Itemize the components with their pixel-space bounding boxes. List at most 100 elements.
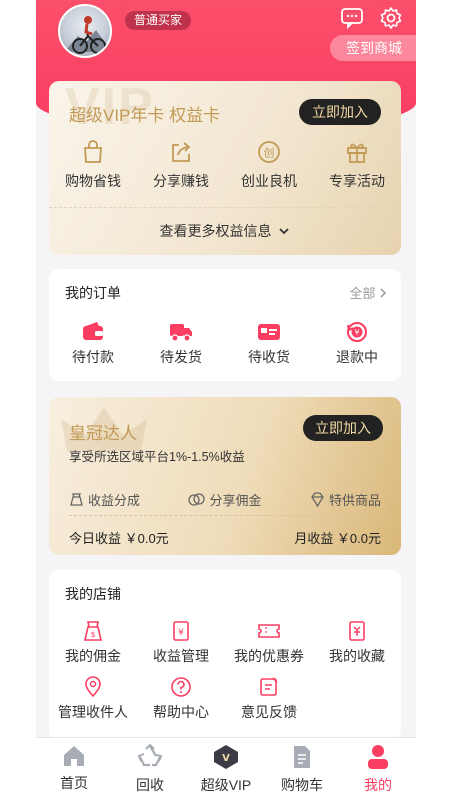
vip-card: VIP 超级VIP年卡 权益卡 立即加入 购物省钱 分享赚钱 创 创业良机 专享… [49,81,401,255]
perk-label: 特供商品 [328,493,381,508]
refund-icon: ¥ [347,322,367,342]
gift-icon [347,143,367,163]
benefit-startup[interactable]: 创 创业良机 [225,139,313,191]
perk-revenue-share: 收益分成 [69,490,140,509]
svg-text:$: $ [90,630,95,639]
chevron-down-icon [279,228,290,235]
receive-icon [258,324,280,340]
orders-all-label: 全部 [349,286,376,301]
income-icon: ¥ [173,621,189,641]
shop-item-label: 帮助中心 [153,704,209,720]
svg-text:¥: ¥ [178,628,184,638]
shop-item-label: 管理收件人 [58,704,128,720]
order-pending-shipment[interactable]: 待发货 [137,321,225,367]
tab-label: 我的 [364,777,392,793]
shop-my-favorites[interactable]: 我的收藏 [313,620,401,666]
diamond-icon [311,492,324,507]
shop-title: 我的店铺 [65,586,121,602]
svg-text:¥: ¥ [354,328,359,337]
location-icon [85,676,101,698]
help-icon [171,677,191,697]
benefit-share[interactable]: 分享赚钱 [137,139,225,191]
tab-label: 回收 [136,777,164,793]
benefit-label: 创业良机 [241,173,297,189]
today-earnings: 今日收益 ￥0.0元 [69,531,169,546]
settings-gear-icon[interactable] [379,6,403,30]
shop-manage-recipients[interactable]: 管理收件人 [49,676,137,722]
coins-icon [188,493,206,506]
avatar[interactable] [58,4,112,58]
money-bag-icon: $ [83,621,103,641]
order-label: 待付款 [72,349,114,365]
orders-title: 我的订单 [65,285,121,301]
benefit-label: 购物省钱 [65,173,121,189]
order-pending-receipt[interactable]: 待收货 [225,321,313,367]
favorite-icon [349,621,365,641]
recycle-icon [137,744,163,767]
shop-row-2: 管理收件人 帮助中心 意见反馈 [49,676,401,722]
tab-label: 购物车 [281,777,323,793]
benefit-label: 分享赚钱 [153,173,209,189]
perk-share-commission: 分享佣金 [188,490,262,509]
perk-label: 分享佣金 [209,493,262,508]
perk-label: 收益分成 [88,493,141,508]
vip-badge-icon: V [214,745,238,769]
shop-item-label: 意见反馈 [241,704,297,720]
crown-divider [69,515,383,516]
shop-row-1: $ 我的佣金 ¥ 收益管理 我的优惠券 我的收藏 [49,620,401,666]
tab-label: 首页 [60,775,88,791]
shop-item-label: 我的收藏 [329,648,385,664]
orders-all-link[interactable]: 全部 [349,283,387,302]
tab-home[interactable]: 首页 [36,738,112,801]
shop-item-label: 我的优惠券 [234,648,304,664]
tab-recycle[interactable]: 回收 [112,738,188,801]
sign-in-mall-button[interactable]: 签到商城 [330,35,416,61]
shop-empty-slot [313,676,401,722]
benefit-label: 专享活动 [329,173,385,189]
order-status-row: 待付款 待发货 待收货 ¥ 退款中 [49,321,401,367]
user-level-badge: 普通买家 [125,11,192,30]
app-screen: 普通买家 签到商城 VIP 超级VIP年卡 权益卡 立即加入 购物省钱 分享赚钱… [36,0,416,801]
cart-icon [294,746,310,768]
my-shop-card: 我的店铺 $ 我的佣金 ¥ 收益管理 我的优惠券 我的收藏 管理收件人 帮助中心… [49,570,401,740]
vip-card-title: 超级VIP年卡 权益卡 [69,106,221,125]
profile-icon [368,745,388,769]
crown-expert-card: 皇冠达人 享受所选区域平台1%-1.5%收益 立即加入 收益分成 分享佣金 特供… [49,397,401,555]
tab-super-vip[interactable]: V 超级VIP [188,738,264,801]
crown-perks: 收益分成 分享佣金 特供商品 [49,490,401,509]
view-more-benefits[interactable]: 查看更多权益信息 [49,207,401,255]
shop-help-center[interactable]: 帮助中心 [137,676,225,722]
vip-join-button[interactable]: 立即加入 [299,99,381,125]
tab-mine[interactable]: 我的 [340,738,416,801]
benefit-shopping[interactable]: 购物省钱 [49,139,137,191]
order-refunding[interactable]: ¥ 退款中 [313,321,401,367]
share-icon [172,142,191,162]
shop-item-label: 收益管理 [153,648,209,664]
order-pending-payment[interactable]: 待付款 [49,321,137,367]
message-icon[interactable] [340,6,364,30]
perk-special-goods: 特供商品 [310,490,381,509]
tab-cart[interactable]: 购物车 [264,738,340,801]
shop-my-commission[interactable]: $ 我的佣金 [49,620,137,666]
benefit-activity[interactable]: 专享活动 [313,139,401,191]
shop-my-coupons[interactable]: 我的优惠券 [225,620,313,666]
chevron-right-icon [380,288,387,298]
money-bag-icon [70,493,83,506]
crown-join-button[interactable]: 立即加入 [303,415,383,441]
month-earnings: 月收益 ￥0.0元 [294,531,381,546]
view-more-label: 查看更多权益信息 [159,223,272,239]
truck-icon [170,324,192,342]
orders-card: 我的订单 全部 待付款 待发货 待收货 ¥ 退款中 [49,269,401,381]
bottom-tab-bar: 首页 回收 V 超级VIP 购物车 我的 [36,737,416,801]
order-label: 待收货 [248,349,290,365]
crown-subtitle: 享受所选区域平台1%-1.5%收益 [69,450,245,464]
wallet-icon [83,322,103,340]
shop-income-management[interactable]: ¥ 收益管理 [137,620,225,666]
order-label: 退款中 [336,349,378,365]
vip-benefits: 购物省钱 分享赚钱 创 创业良机 专享活动 [49,139,401,191]
coupon-icon [258,624,280,638]
order-label: 待发货 [160,349,202,365]
svg-text:V: V [222,753,230,764]
shop-feedback[interactable]: 意见反馈 [225,676,313,722]
shopping-bag-icon [84,140,102,163]
